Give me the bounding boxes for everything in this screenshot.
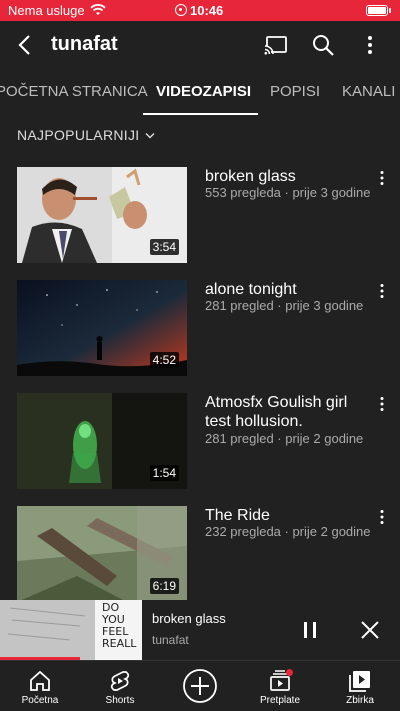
- mini-thumbnail-text: DO YOU FEEL REALL: [102, 601, 137, 650]
- video-title[interactable]: Atmosfx Goulish girl test hollusion.: [205, 393, 370, 431]
- video-title[interactable]: alone tonight: [205, 280, 370, 299]
- notification-dot: [286, 669, 293, 676]
- more-vert-icon[interactable]: [376, 509, 388, 525]
- video-item[interactable]: 1:54 Atmosfx Goulish girl test hollusion…: [0, 393, 400, 493]
- create-icon: [183, 669, 217, 703]
- video-item[interactable]: 3:54 broken glass 553 pregleda · prije 3…: [0, 167, 400, 267]
- cast-icon[interactable]: [263, 32, 289, 58]
- nav-subscriptions[interactable]: Pretplate: [240, 661, 320, 711]
- alarm-icon: [175, 4, 187, 16]
- app-header: tunafat: [0, 21, 400, 71]
- status-bar: Nema usluge 10:46: [0, 0, 400, 21]
- video-meta: 281 pregled · prije 3 godine: [205, 298, 364, 313]
- nav-label: Početna: [21, 695, 59, 706]
- video-thumbnail[interactable]: 4:52: [17, 280, 187, 376]
- video-title[interactable]: The Ride: [205, 506, 370, 525]
- close-icon[interactable]: [360, 620, 380, 640]
- bottom-navigation: Početna Shorts Pretplate Zbirka: [0, 660, 400, 711]
- battery-icon: [366, 5, 391, 16]
- video-duration: 1:54: [149, 465, 179, 481]
- chevron-down-icon: [145, 132, 155, 138]
- tab-home[interactable]: POČETNA STRANICA: [0, 83, 148, 100]
- video-title[interactable]: broken glass: [205, 167, 370, 186]
- more-vert-icon[interactable]: [376, 170, 388, 186]
- nav-create[interactable]: [160, 661, 240, 711]
- video-duration: 6:19: [149, 578, 179, 594]
- carrier-label: Nema usluge: [8, 3, 85, 18]
- clock: 10:46: [190, 3, 224, 18]
- nav-label: Shorts: [105, 695, 135, 706]
- nav-label: Pretplate: [259, 695, 301, 706]
- nav-library[interactable]: Zbirka: [320, 661, 400, 711]
- search-icon[interactable]: [310, 32, 336, 58]
- channel-tabs: POČETNA STRANICA VIDEOZAPISI POPISI KANA…: [0, 71, 400, 115]
- more-vert-icon[interactable]: [357, 32, 383, 58]
- mini-player-thumbnail[interactable]: DO YOU FEEL REALL: [0, 600, 142, 660]
- home-icon: [30, 670, 50, 691]
- tab-videos[interactable]: VIDEOZAPISI: [156, 83, 251, 100]
- video-item[interactable]: 6:19 The Ride 232 pregleda · prije 2 god…: [0, 506, 400, 606]
- video-meta: 281 pregled · prije 2 godine: [205, 431, 364, 446]
- video-thumbnail[interactable]: 6:19: [17, 506, 187, 602]
- video-meta: 232 pregleda · prije 2 godine: [205, 524, 371, 539]
- nav-home[interactable]: Početna: [0, 661, 80, 711]
- wifi-icon: [90, 4, 106, 15]
- sort-dropdown[interactable]: NAJPOPULARNIJI: [17, 127, 155, 143]
- more-vert-icon[interactable]: [376, 283, 388, 299]
- nav-shorts[interactable]: Shorts: [80, 661, 160, 711]
- video-meta: 553 pregleda · prije 3 godine: [205, 185, 371, 200]
- mini-player-title[interactable]: broken glass: [152, 611, 226, 626]
- video-duration: 3:54: [149, 239, 179, 255]
- mini-player-channel: tunafat: [152, 633, 189, 647]
- video-thumbnail[interactable]: 3:54: [17, 167, 187, 263]
- video-thumbnail[interactable]: 1:54: [17, 393, 187, 489]
- more-vert-icon[interactable]: [376, 396, 388, 412]
- video-duration: 4:52: [149, 352, 179, 368]
- nav-label: Zbirka: [346, 695, 374, 706]
- mini-player[interactable]: DO YOU FEEL REALL broken glass tunafat: [0, 600, 400, 660]
- shorts-icon: [110, 671, 130, 691]
- tab-playlists[interactable]: POPISI: [270, 83, 320, 100]
- pause-icon[interactable]: [302, 620, 318, 640]
- tab-channels[interactable]: KANALI: [342, 83, 395, 100]
- back-arrow-icon[interactable]: [12, 31, 40, 59]
- channel-title: tunafat: [51, 33, 118, 55]
- video-item[interactable]: 4:52 alone tonight 281 pregled · prije 3…: [0, 280, 400, 380]
- sort-label: NAJPOPULARNIJI: [17, 127, 140, 143]
- active-tab-indicator: [143, 113, 258, 115]
- library-icon: [349, 671, 370, 692]
